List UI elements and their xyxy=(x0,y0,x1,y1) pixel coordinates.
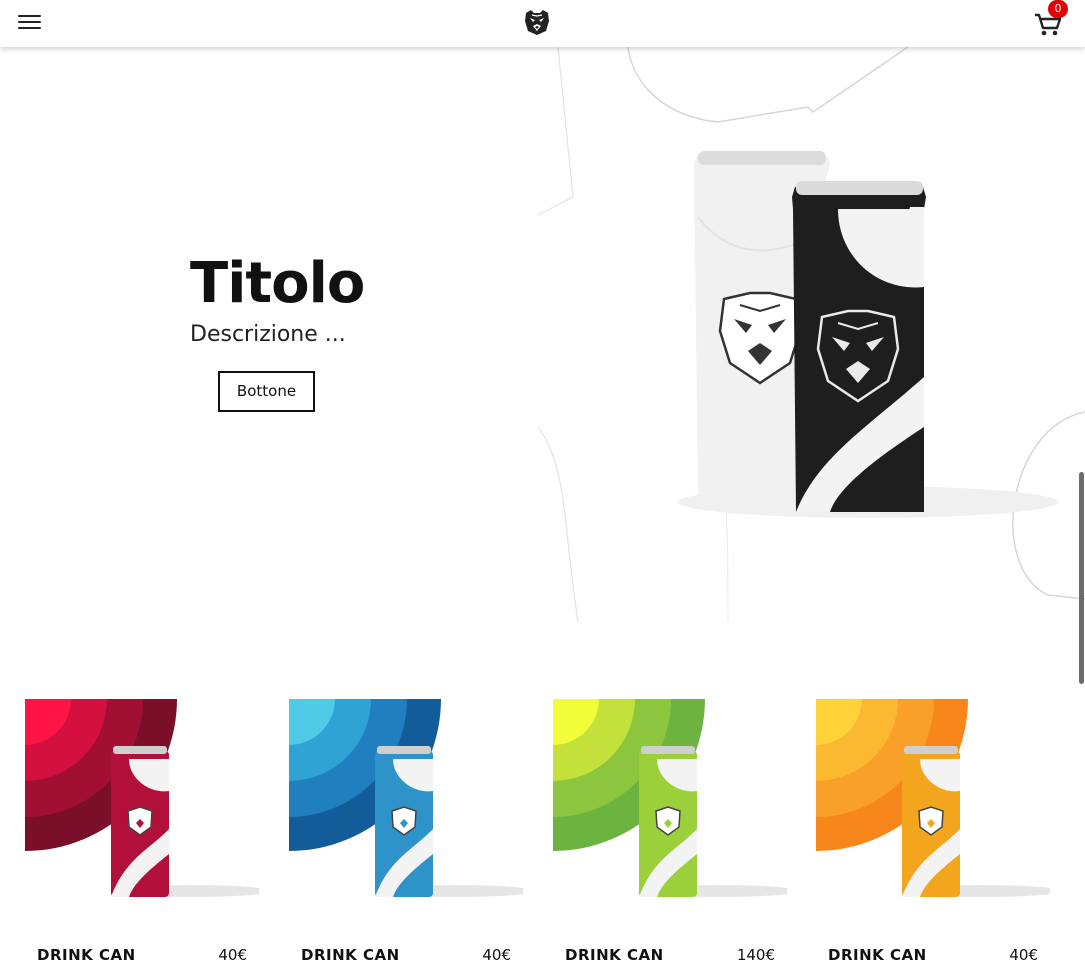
product-image xyxy=(289,699,534,899)
product-price: 140€ xyxy=(736,946,775,963)
product-price: 40€ xyxy=(482,946,511,963)
product-card[interactable]: DRINK CAN 140€ xyxy=(553,699,798,963)
top-navbar: 0 xyxy=(0,0,1085,47)
product-image xyxy=(25,699,270,899)
hero-text-block: Titolo Descrizione ... xyxy=(190,250,520,350)
hero-title: Titolo xyxy=(190,251,365,316)
product-name[interactable]: DRINK CAN xyxy=(37,946,136,963)
cart-count-badge: 0 xyxy=(1048,0,1068,18)
product-name[interactable]: DRINK CAN xyxy=(301,946,400,963)
product-image xyxy=(816,699,1061,899)
product-card[interactable]: DRINK CAN 40€ xyxy=(816,699,1061,963)
hamburger-menu-icon[interactable] xyxy=(17,12,43,34)
tiger-head-logo-icon[interactable] xyxy=(522,7,552,37)
hero-button[interactable]: Bottone xyxy=(218,371,315,412)
hero-cans-image xyxy=(538,47,1085,622)
product-card[interactable]: DRINK CAN 40€ xyxy=(289,699,534,963)
page-scrollbar[interactable] xyxy=(1079,472,1084,684)
product-price: 40€ xyxy=(218,946,247,963)
product-image xyxy=(553,699,798,899)
product-name[interactable]: DRINK CAN xyxy=(565,946,664,963)
hero-description: Descrizione ... xyxy=(190,322,346,347)
product-name[interactable]: DRINK CAN xyxy=(828,946,927,963)
product-card[interactable]: DRINK CAN 40€ xyxy=(25,699,270,963)
product-price: 40€ xyxy=(1009,946,1038,963)
